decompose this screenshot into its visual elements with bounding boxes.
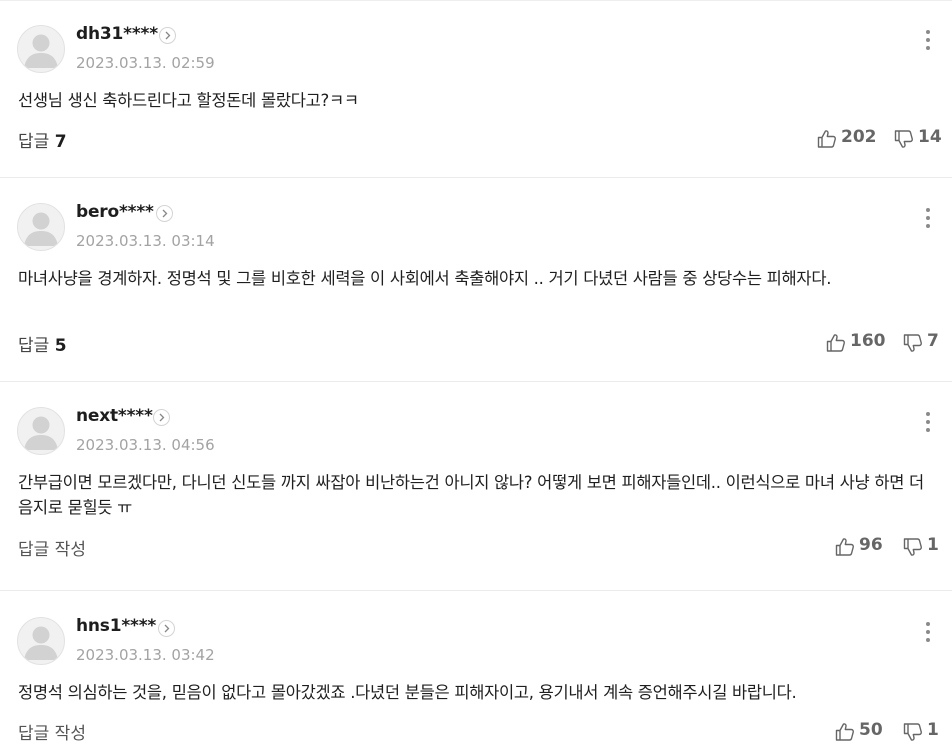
avatar[interactable] [17, 203, 65, 251]
like-button[interactable]: 202 [817, 127, 877, 151]
comment-divider [0, 590, 952, 591]
comment-text: 선생님 생신 축하드린다고 할정돈데 몰랐다고?ㅋㅋ [18, 91, 359, 110]
comment-item: hns1**** 2023.03.13. 03:42 정명석 의심하는 것을, … [0, 592, 952, 744]
thumbs-up-icon [826, 334, 845, 352]
avatar[interactable] [17, 25, 65, 73]
more-options-icon[interactable] [918, 619, 938, 645]
comment-item: next**** 2023.03.13. 04:56 간부급이면 모르겠다만, … [0, 382, 952, 590]
default-avatar-icon [24, 34, 58, 68]
dislike-count: 7 [927, 331, 939, 351]
comment-item: dh31**** 2023.03.13. 02:59 선생님 생신 축하드린다고… [0, 0, 952, 177]
comment-date: 2023.03.13. 02:59 [76, 54, 215, 72]
reply-count: 5 [54, 336, 67, 356]
default-avatar-icon [24, 212, 58, 246]
thumbs-down-icon [894, 130, 913, 148]
thumbs-up-icon [817, 130, 836, 148]
dislike-count: 1 [927, 535, 939, 555]
avatar[interactable] [17, 407, 65, 455]
avatar[interactable] [17, 617, 65, 665]
write-reply-button[interactable]: 답글 작성 [18, 535, 86, 560]
dislike-button[interactable]: 7 [903, 331, 943, 355]
comment-text: 마녀사냥을 경계하자. 정명석 및 그를 비호한 세력을 이 사회에서 축출해야… [18, 269, 832, 288]
write-reply-button[interactable]: 답글 작성 [18, 719, 86, 744]
dislike-button[interactable]: 14 [894, 127, 944, 151]
thumbs-down-icon [903, 723, 922, 741]
dislike-button[interactable]: 1 [903, 535, 943, 559]
thumbs-down-icon [903, 334, 922, 352]
comment-text: 간부급이면 모르겠다만, 다니던 신도들 까지 싸잡아 비난하는건 아니지 않나… [18, 473, 924, 517]
thumbs-down-icon [903, 538, 922, 556]
profile-arrow-icon[interactable] [153, 409, 170, 426]
default-avatar-icon [24, 626, 58, 660]
comment-text: 정명석 의심하는 것을, 믿음이 없다고 몰아갔겠죠 .다녔던 분들은 피해자이… [18, 683, 797, 702]
profile-arrow-icon[interactable] [156, 205, 173, 222]
comment-username[interactable]: hns1**** [76, 616, 156, 636]
more-options-icon[interactable] [918, 409, 938, 435]
dislike-count: 1 [927, 720, 939, 740]
like-count: 96 [859, 535, 883, 555]
like-button[interactable]: 160 [826, 331, 886, 355]
profile-arrow-icon[interactable] [158, 620, 175, 637]
more-options-icon[interactable] [918, 27, 938, 53]
comment-username[interactable]: bero**** [76, 202, 154, 222]
comment-username[interactable]: dh31**** [76, 24, 158, 44]
dislike-button[interactable]: 1 [903, 720, 943, 744]
thumbs-up-icon [835, 723, 854, 741]
more-options-icon[interactable] [918, 205, 938, 231]
like-count: 160 [850, 331, 886, 351]
default-avatar-icon [24, 416, 58, 450]
like-count: 202 [841, 127, 877, 147]
like-button[interactable]: 50 [835, 720, 885, 744]
reply-label: 답글 [18, 132, 50, 152]
comment-username[interactable]: next**** [76, 406, 153, 426]
dislike-count: 14 [918, 127, 942, 147]
like-button[interactable]: 96 [835, 535, 885, 559]
comment-item: bero**** 2023.03.13. 03:14 마녀사냥을 경계하자. 정… [0, 178, 952, 381]
comment-date: 2023.03.13. 03:42 [76, 646, 215, 664]
thumbs-up-icon [835, 538, 854, 556]
reply-button[interactable]: 답글 5 [18, 331, 67, 356]
reply-count: 7 [54, 132, 67, 152]
comment-date: 2023.03.13. 03:14 [76, 232, 215, 250]
reply-label: 답글 [18, 336, 50, 356]
like-count: 50 [859, 720, 883, 740]
reply-button[interactable]: 답글 7 [18, 127, 67, 152]
profile-arrow-icon[interactable] [159, 27, 176, 44]
comment-date: 2023.03.13. 04:56 [76, 436, 215, 454]
